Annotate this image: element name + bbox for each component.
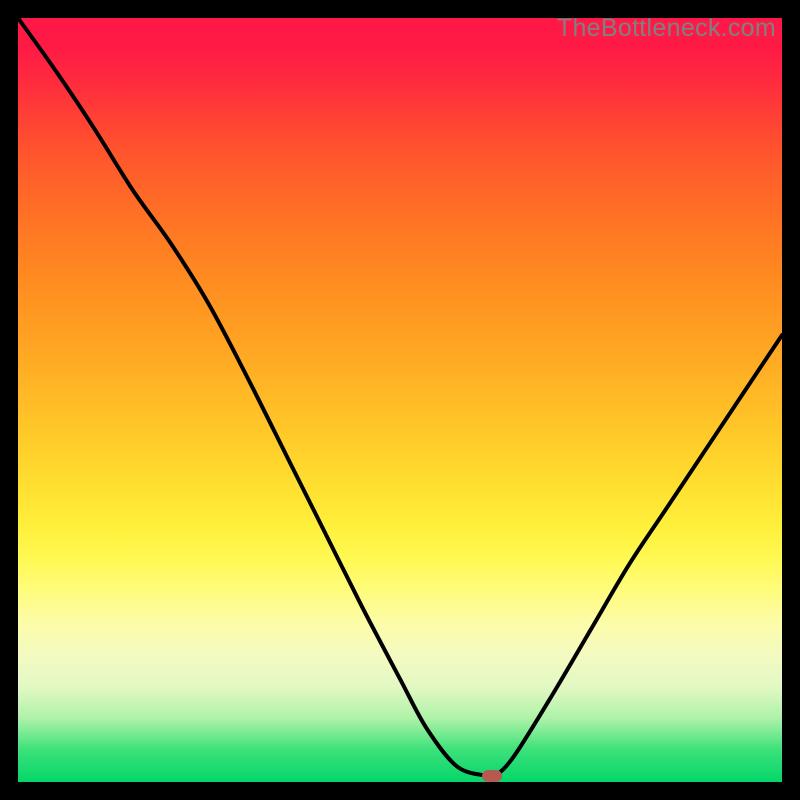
chart-stage: TheBottleneck.com <box>0 0 800 800</box>
chart-curve <box>18 18 782 782</box>
chart-plot-area: TheBottleneck.com <box>18 18 782 782</box>
chart-marker-icon <box>482 770 502 782</box>
chart-curve-path <box>18 18 782 778</box>
